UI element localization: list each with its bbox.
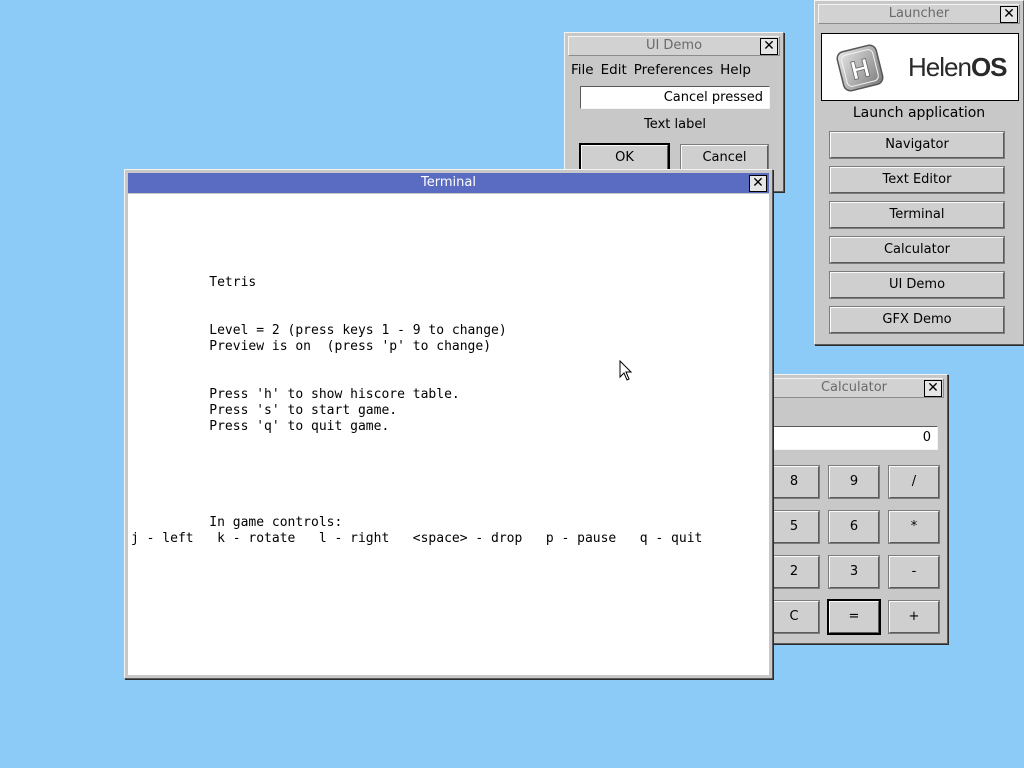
- terminal-title: Terminal: [421, 175, 476, 190]
- calc-key-8[interactable]: 8: [769, 466, 819, 498]
- launcher-title: Launcher: [888, 6, 950, 21]
- uidemo-close-button[interactable]: ✕: [760, 38, 778, 55]
- terminal-line: j - left k - rotate l - right <space> - …: [131, 531, 703, 546]
- terminal-line: Press 's' to start game.: [131, 403, 398, 418]
- launch-uidemo-button[interactable]: UI Demo: [830, 272, 1004, 298]
- launch-text-editor-button[interactable]: Text Editor: [830, 167, 1004, 193]
- close-icon: ✕: [763, 38, 775, 54]
- launcher-titlebar[interactable]: Launcher ✕: [818, 4, 1020, 24]
- calc-key-divide[interactable]: /: [889, 466, 939, 498]
- calc-key-3[interactable]: 3: [829, 556, 879, 588]
- launch-navigator-button[interactable]: Navigator: [830, 132, 1004, 158]
- terminal-line: Level = 2 (press keys 1 - 9 to change): [131, 323, 507, 338]
- calculator-window[interactable]: Calculator ✕ 0 8 9 / 5 6 * 2 3 - C = +: [760, 374, 948, 644]
- calc-key-6[interactable]: 6: [829, 511, 879, 543]
- terminal-window[interactable]: Terminal ✕ Tetris Level = 2 (press keys …: [124, 169, 773, 679]
- menu-edit[interactable]: Edit: [601, 62, 627, 78]
- launcher-close-button[interactable]: ✕: [1000, 6, 1018, 23]
- terminal-line: Tetris: [131, 275, 257, 290]
- menu-preferences[interactable]: Preferences: [634, 62, 713, 78]
- close-icon: ✕: [927, 380, 939, 396]
- helenos-logo-icon: H: [836, 44, 884, 92]
- terminal-line: In game controls:: [131, 515, 343, 530]
- calc-key-clear[interactable]: C: [769, 601, 819, 633]
- menu-file[interactable]: File: [571, 62, 594, 78]
- uidemo-text-label: Text label: [644, 117, 706, 132]
- calculator-display: 0: [765, 426, 938, 450]
- launch-application-heading: Launch application: [852, 105, 986, 121]
- cancel-button[interactable]: Cancel: [681, 145, 768, 170]
- ok-button[interactable]: OK: [581, 145, 668, 170]
- helenos-logo-text: HelenOS: [908, 52, 1008, 82]
- launcher-window[interactable]: Launcher ✕ H HelenOS Launch application …: [814, 0, 1024, 345]
- calc-key-2[interactable]: 2: [769, 556, 819, 588]
- calculator-title: Calculator: [820, 380, 887, 395]
- calc-key-plus[interactable]: +: [889, 601, 939, 633]
- terminal-line: Preview is on (press 'p' to change): [131, 339, 492, 354]
- calculator-close-button[interactable]: ✕: [924, 380, 942, 397]
- uidemo-title: UI Demo: [645, 38, 703, 53]
- terminal-close-button[interactable]: ✕: [749, 175, 767, 192]
- calc-key-equals[interactable]: =: [829, 601, 879, 633]
- uidemo-titlebar[interactable]: UI Demo ✕: [568, 36, 780, 56]
- terminal-titlebar[interactable]: Terminal ✕: [128, 173, 769, 193]
- launch-gfxdemo-button[interactable]: GFX Demo: [830, 307, 1004, 333]
- terminal-line: Press 'h' to show hiscore table.: [131, 387, 460, 402]
- uidemo-text-entry[interactable]: Cancel pressed: [580, 86, 770, 109]
- close-icon: ✕: [1003, 6, 1015, 22]
- launch-terminal-button[interactable]: Terminal: [830, 202, 1004, 228]
- close-icon: ✕: [752, 175, 764, 191]
- uidemo-menubar: File Edit Preferences Help: [568, 62, 780, 82]
- calc-key-multiply[interactable]: *: [889, 511, 939, 543]
- terminal-line: Press 'q' to quit game.: [131, 419, 390, 434]
- helenos-logo: H HelenOS: [821, 33, 1019, 101]
- uidemo-window[interactable]: UI Demo ✕ File Edit Preferences Help Cancel…: [564, 32, 784, 192]
- launch-calculator-button[interactable]: Calculator: [830, 237, 1004, 263]
- calculator-titlebar[interactable]: Calculator ✕: [764, 378, 944, 398]
- terminal-screen[interactable]: Tetris Level = 2 (press keys 1 - 9 to ch…: [128, 194, 769, 675]
- calc-key-9[interactable]: 9: [829, 466, 879, 498]
- calc-key-minus[interactable]: -: [889, 556, 939, 588]
- calc-key-5[interactable]: 5: [769, 511, 819, 543]
- mouse-pointer-icon: [619, 360, 633, 381]
- menu-help[interactable]: Help: [720, 62, 751, 78]
